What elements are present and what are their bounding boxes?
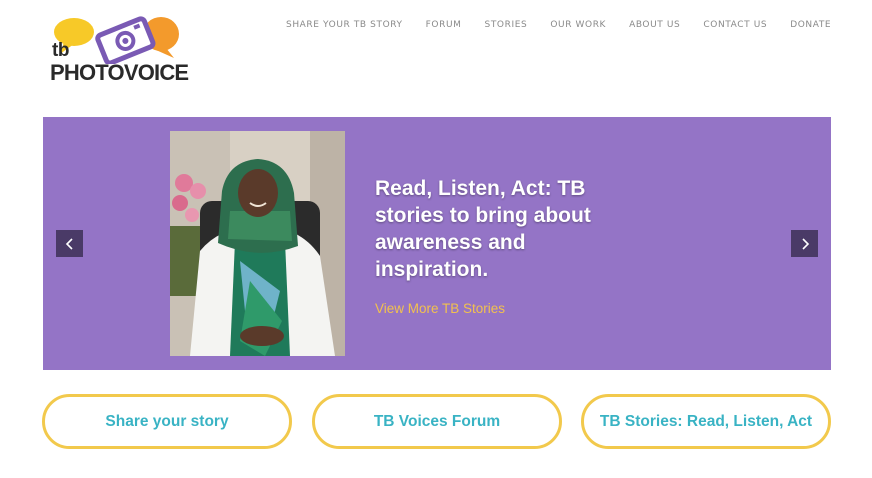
view-more-stories-link[interactable]: View More TB Stories	[375, 301, 635, 316]
slider-prev-button[interactable]	[56, 230, 83, 257]
nav-share-your-tb-story[interactable]: SHARE YOUR TB STORY	[286, 20, 403, 30]
nav-forum[interactable]: FORUM	[426, 20, 462, 30]
slider-next-button[interactable]	[791, 230, 818, 257]
hero-title: Read, Listen, Act: TB stories to bring a…	[375, 177, 591, 281]
hero-slider: Read, Listen, Act: TB stories to bring a…	[43, 117, 831, 370]
main-nav: SHARE YOUR TB STORY FORUM STORIES OUR WO…	[286, 20, 831, 30]
nav-contact-us[interactable]: CONTACT US	[703, 20, 767, 30]
tb-voices-forum-button[interactable]: TB Voices Forum	[312, 394, 562, 449]
logo-mark	[54, 16, 179, 64]
nav-stories[interactable]: STORIES	[485, 20, 528, 30]
hero-text: Read, Listen, Act: TB stories to bring a…	[375, 175, 635, 316]
hero-photo	[170, 131, 345, 356]
site-logo[interactable]: tb PHOTOVOICE	[50, 14, 189, 85]
logo-tb-text: tb	[52, 40, 69, 61]
nav-about-us[interactable]: ABOUT US	[629, 20, 680, 30]
chevron-right-icon	[801, 237, 809, 250]
chevron-left-icon	[65, 237, 73, 250]
nav-donate[interactable]: DONATE	[790, 20, 831, 30]
tb-stories-button[interactable]: TB Stories: Read, Listen, Act	[581, 394, 831, 449]
share-your-story-button[interactable]: Share your story	[42, 394, 292, 449]
nav-our-work[interactable]: OUR WORK	[550, 20, 606, 30]
logo-wordmark: PHOTOVOICE	[50, 60, 189, 85]
